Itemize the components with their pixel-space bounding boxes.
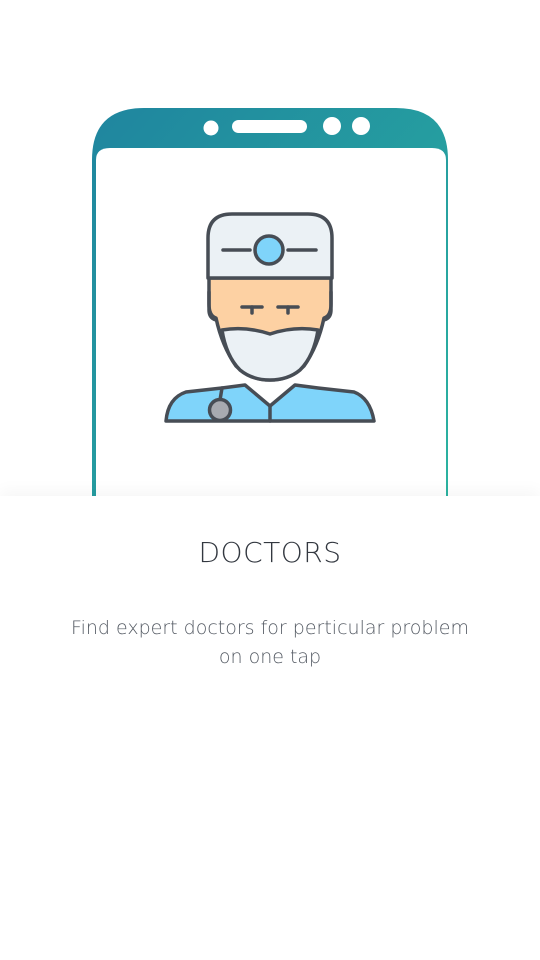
page-title: DOCTORS — [198, 536, 342, 569]
page-description: Find expert doctors for perticular probl… — [71, 617, 469, 668]
sensor-dot-icon — [323, 117, 341, 135]
sensor-dot-icon — [352, 117, 370, 135]
phone-illustration — [92, 108, 448, 500]
speaker-grille — [232, 120, 307, 133]
front-camera-icon — [203, 120, 219, 136]
onboarding-screen: DOCTORS Find expert doctors for perticul… — [0, 0, 540, 960]
